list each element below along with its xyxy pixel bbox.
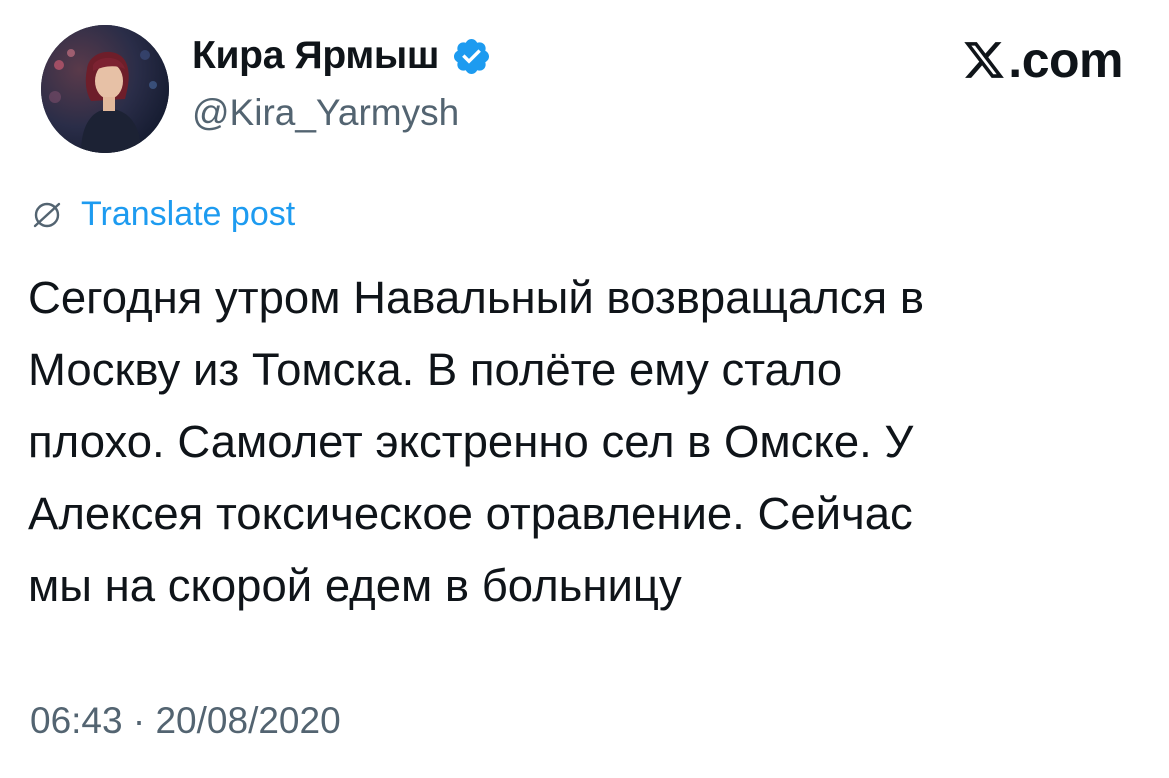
verified-badge-icon: [451, 36, 492, 77]
author-handle[interactable]: @Kira_Yarmysh: [192, 92, 459, 134]
globe-icon: [31, 199, 63, 231]
tweet-text-line: плохо. Самолет экстренно сел в Омске. У: [28, 416, 914, 467]
brand-logo: .com: [962, 30, 1123, 90]
tweet-text: Сегодня утром Навальный возвращался в Мо…: [28, 262, 1128, 622]
x-logo-icon: [962, 38, 1006, 82]
post-time: 06:43: [30, 700, 123, 741]
tweet-text-line: мы на скорой едем в больницу: [28, 560, 682, 611]
tweet-card: Кира Ярмыш @Kira_Yarmysh .com Translate …: [0, 0, 1169, 778]
translate-post-label: Translate post: [81, 195, 296, 233]
tweet-text-line: Москву из Томска. В полёте ему стало: [28, 344, 843, 395]
brand-domain: .com: [1008, 32, 1123, 88]
avatar-photo: [41, 25, 169, 153]
author-name-row: Кира Ярмыш: [192, 30, 492, 82]
tweet-text-line: Алексея токсическое отравление. Сейчас: [28, 488, 913, 539]
author-display-name[interactable]: Кира Ярмыш: [192, 34, 439, 78]
timestamp-separator: ·: [132, 700, 146, 741]
post-date: 20/08/2020: [155, 700, 341, 741]
translate-post-button[interactable]: Translate post: [31, 195, 295, 234]
timestamp[interactable]: 06:43 · 20/08/2020: [30, 700, 341, 742]
avatar[interactable]: [41, 25, 169, 153]
tweet-text-line: Сегодня утром Навальный возвращался в: [28, 272, 925, 323]
